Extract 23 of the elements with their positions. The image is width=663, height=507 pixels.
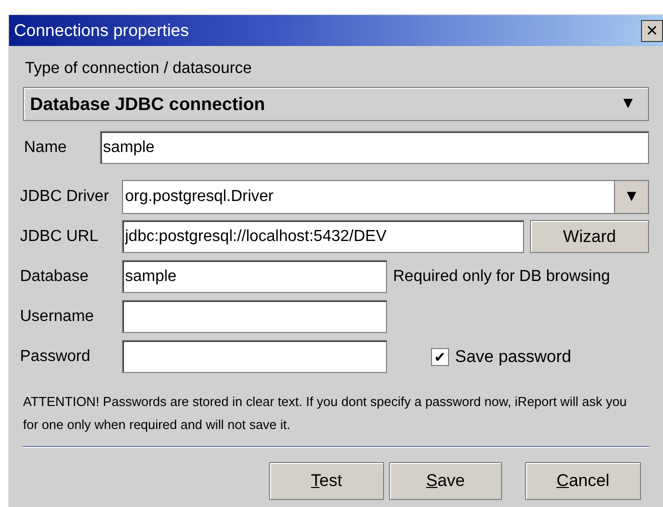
field-label: Name bbox=[23, 138, 68, 158]
field-label: Database bbox=[19, 266, 90, 286]
save-password-checkbox[interactable]: ✔ bbox=[431, 348, 449, 366]
field-label: Username bbox=[19, 306, 95, 326]
field-label: Password bbox=[19, 346, 92, 366]
text-field[interactable] bbox=[122, 300, 387, 333]
hint-text: Required only for DB browsing bbox=[393, 266, 610, 286]
text-field[interactable] bbox=[122, 340, 387, 373]
close-button[interactable]: × bbox=[641, 20, 663, 42]
driver-dropdown[interactable]: org.postgresql.Driver ▼ bbox=[122, 180, 649, 214]
window-title: Connections properties bbox=[13, 20, 189, 42]
checkbox-label: Save password bbox=[455, 346, 572, 368]
warning-text: ATTENTION! Passwords are stored in clear text. If you dont specify a password now, iReport will ask you for one only when required and will not save it. bbox=[23, 393, 628, 434]
section-label: Type of connection / datasource bbox=[25, 59, 253, 79]
wizard-button[interactable]: Wizard bbox=[530, 220, 649, 253]
dialog-button[interactable]: Cancel bbox=[525, 462, 641, 500]
text-field[interactable]: sample bbox=[122, 260, 387, 293]
dialog-button[interactable]: Save bbox=[389, 462, 502, 500]
dialog-button[interactable]: Test bbox=[269, 462, 384, 500]
field-label: JDBC URL bbox=[19, 226, 100, 246]
connection-type-dropdown[interactable]: Database JDBC connection ▼ bbox=[23, 87, 649, 121]
field-label: JDBC Driver bbox=[19, 187, 110, 207]
name-field[interactable]: sample bbox=[100, 131, 649, 164]
